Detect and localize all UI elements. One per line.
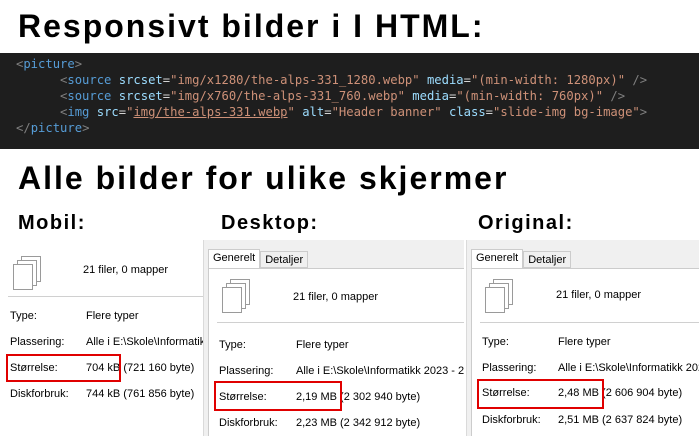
mobile-heading: Mobil: <box>18 212 86 234</box>
type-label: Type: <box>219 339 246 351</box>
desktop-heading: Desktop: <box>221 212 319 234</box>
code-line-open: <picture> <box>16 57 83 71</box>
type-value: Flere typer <box>558 336 611 348</box>
file-count: 21 filer, 0 mapper <box>83 264 168 276</box>
divider <box>217 322 464 323</box>
tab-content: 21 filer, 0 mapper Type: Flere typer Pla… <box>471 268 699 436</box>
disk-usage-value: 2,51 MB (2 637 824 byte) <box>558 414 683 426</box>
location-label: Plassering: <box>482 362 537 374</box>
location-label: Plassering: <box>219 365 274 377</box>
location-value: Alle i E:\Skole\Informatikk 2023 - 20 <box>296 365 464 377</box>
file-count: 21 filer, 0 mapper <box>293 291 378 303</box>
multiple-files-icon <box>221 279 251 313</box>
size-highlight-box <box>6 354 121 382</box>
type-value: Flere typer <box>86 310 139 322</box>
disk-usage-value: 744 kB (761 856 byte) <box>86 388 195 400</box>
location-value: Alle i E:\Skole\Informatikk <box>86 336 203 348</box>
original-properties-panel: Generelt Detaljer 21 filer, 0 mapper Typ… <box>466 240 699 436</box>
mobile-properties-panel: 21 filer, 0 mapper Type: Flere typer Pla… <box>0 240 203 436</box>
tab-general[interactable]: Generelt <box>208 249 261 269</box>
divider <box>480 322 699 323</box>
type-label: Type: <box>10 310 37 322</box>
code-line-img: <img src="img/the-alps-331.webp" alt="He… <box>60 105 648 119</box>
disk-usage-label: Diskforbruk: <box>482 414 541 426</box>
tab-bar: Generelt Detaljer <box>471 249 572 269</box>
file-count: 21 filer, 0 mapper <box>556 289 641 301</box>
type-label: Type: <box>482 336 509 348</box>
code-snippet: <picture> <source srcset="img/x1280/the-… <box>0 53 699 149</box>
size-highlight-box <box>477 379 604 409</box>
multiple-files-icon <box>12 256 42 290</box>
type-value: Flere typer <box>296 339 349 351</box>
page-title: Responsivt bilder i I HTML: <box>18 8 485 44</box>
disk-usage-value: 2,23 MB (2 342 912 byte) <box>296 417 421 429</box>
disk-usage-label: Diskforbruk: <box>10 388 69 400</box>
location-value: Alle i E:\Skole\Informatikk 2023 <box>558 362 699 374</box>
disk-usage-label: Diskforbruk: <box>219 417 278 429</box>
divider <box>8 296 203 297</box>
original-heading: Original: <box>478 212 574 234</box>
section-title: Alle bilder for ulike skjermer <box>18 160 509 196</box>
location-label: Plassering: <box>10 336 65 348</box>
size-highlight-box <box>214 381 342 411</box>
desktop-properties-panel: Generelt Detaljer 21 filer, 0 mapper Typ… <box>203 240 464 436</box>
multiple-files-icon <box>484 279 514 313</box>
tab-general[interactable]: Generelt <box>471 249 524 269</box>
code-line-source-1280: <source srcset="img/x1280/the-alps-331_1… <box>60 73 648 87</box>
tab-details[interactable]: Detaljer <box>523 251 572 268</box>
code-line-source-760: <source srcset="img/x760/the-alps-331_76… <box>60 89 626 103</box>
tab-details[interactable]: Detaljer <box>260 251 309 268</box>
tab-bar: Generelt Detaljer <box>208 249 309 269</box>
code-line-close: </picture> <box>16 121 90 135</box>
tab-content: 21 filer, 0 mapper Type: Flere typer Pla… <box>208 268 464 436</box>
